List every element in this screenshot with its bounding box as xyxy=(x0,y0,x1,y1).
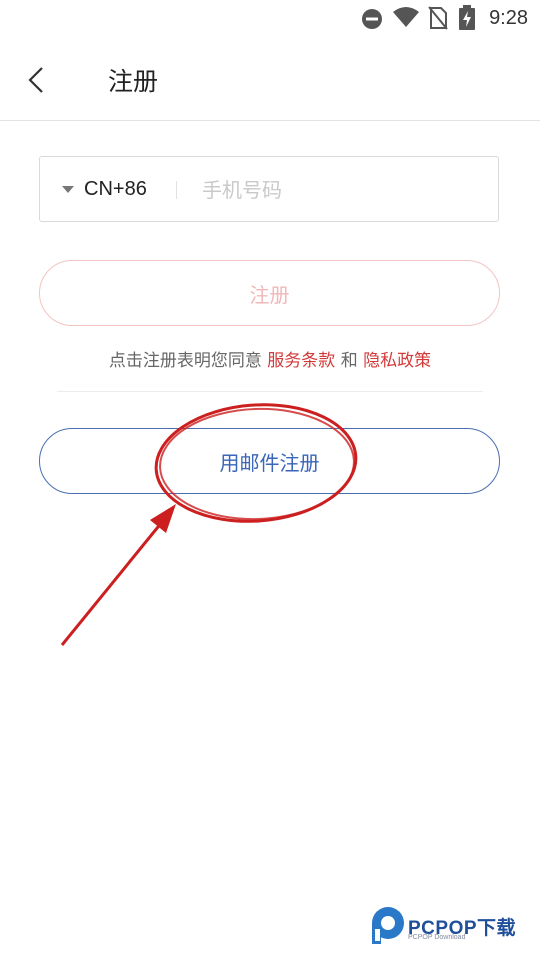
terms-of-service-link[interactable]: 服务条款 xyxy=(267,351,335,371)
do-not-disturb-icon xyxy=(362,9,382,29)
caret-down-icon xyxy=(62,186,74,193)
phone-field: CN+86 xyxy=(39,156,499,222)
watermark-subtext: PCPOP Download xyxy=(408,934,466,941)
agreement-conjunction: 和 xyxy=(340,351,358,371)
agreement-text: 点击注册表明您同意 服务条款 和 隐私政策 xyxy=(0,346,540,371)
wifi-icon xyxy=(393,7,419,27)
agreement-prefix: 点击注册表明您同意 xyxy=(108,351,262,371)
privacy-policy-link[interactable]: 隐私政策 xyxy=(363,351,431,371)
phone-number-input[interactable] xyxy=(200,167,484,213)
pcpop-logo-icon xyxy=(372,907,404,944)
status-time: 9:28 xyxy=(489,7,528,29)
pointer-arrow xyxy=(60,504,176,646)
status-bar: 9:28 xyxy=(0,0,540,36)
watermark: PCPOP下载 PCPOP Download xyxy=(368,905,538,947)
no-sim-icon xyxy=(428,6,448,30)
battery-charging-icon xyxy=(459,5,475,30)
page-title: 注册 xyxy=(108,67,159,96)
header: 注册 xyxy=(0,36,540,121)
email-register-button[interactable]: 用邮件注册 xyxy=(39,428,500,494)
country-code-label: CN+86 xyxy=(84,177,147,200)
country-code-select[interactable]: CN+86 xyxy=(62,157,147,221)
register-button[interactable]: 注册 xyxy=(39,260,500,326)
back-button[interactable] xyxy=(18,60,58,100)
divider xyxy=(57,391,483,392)
chevron-left-icon xyxy=(28,67,43,93)
field-divider xyxy=(176,181,177,199)
